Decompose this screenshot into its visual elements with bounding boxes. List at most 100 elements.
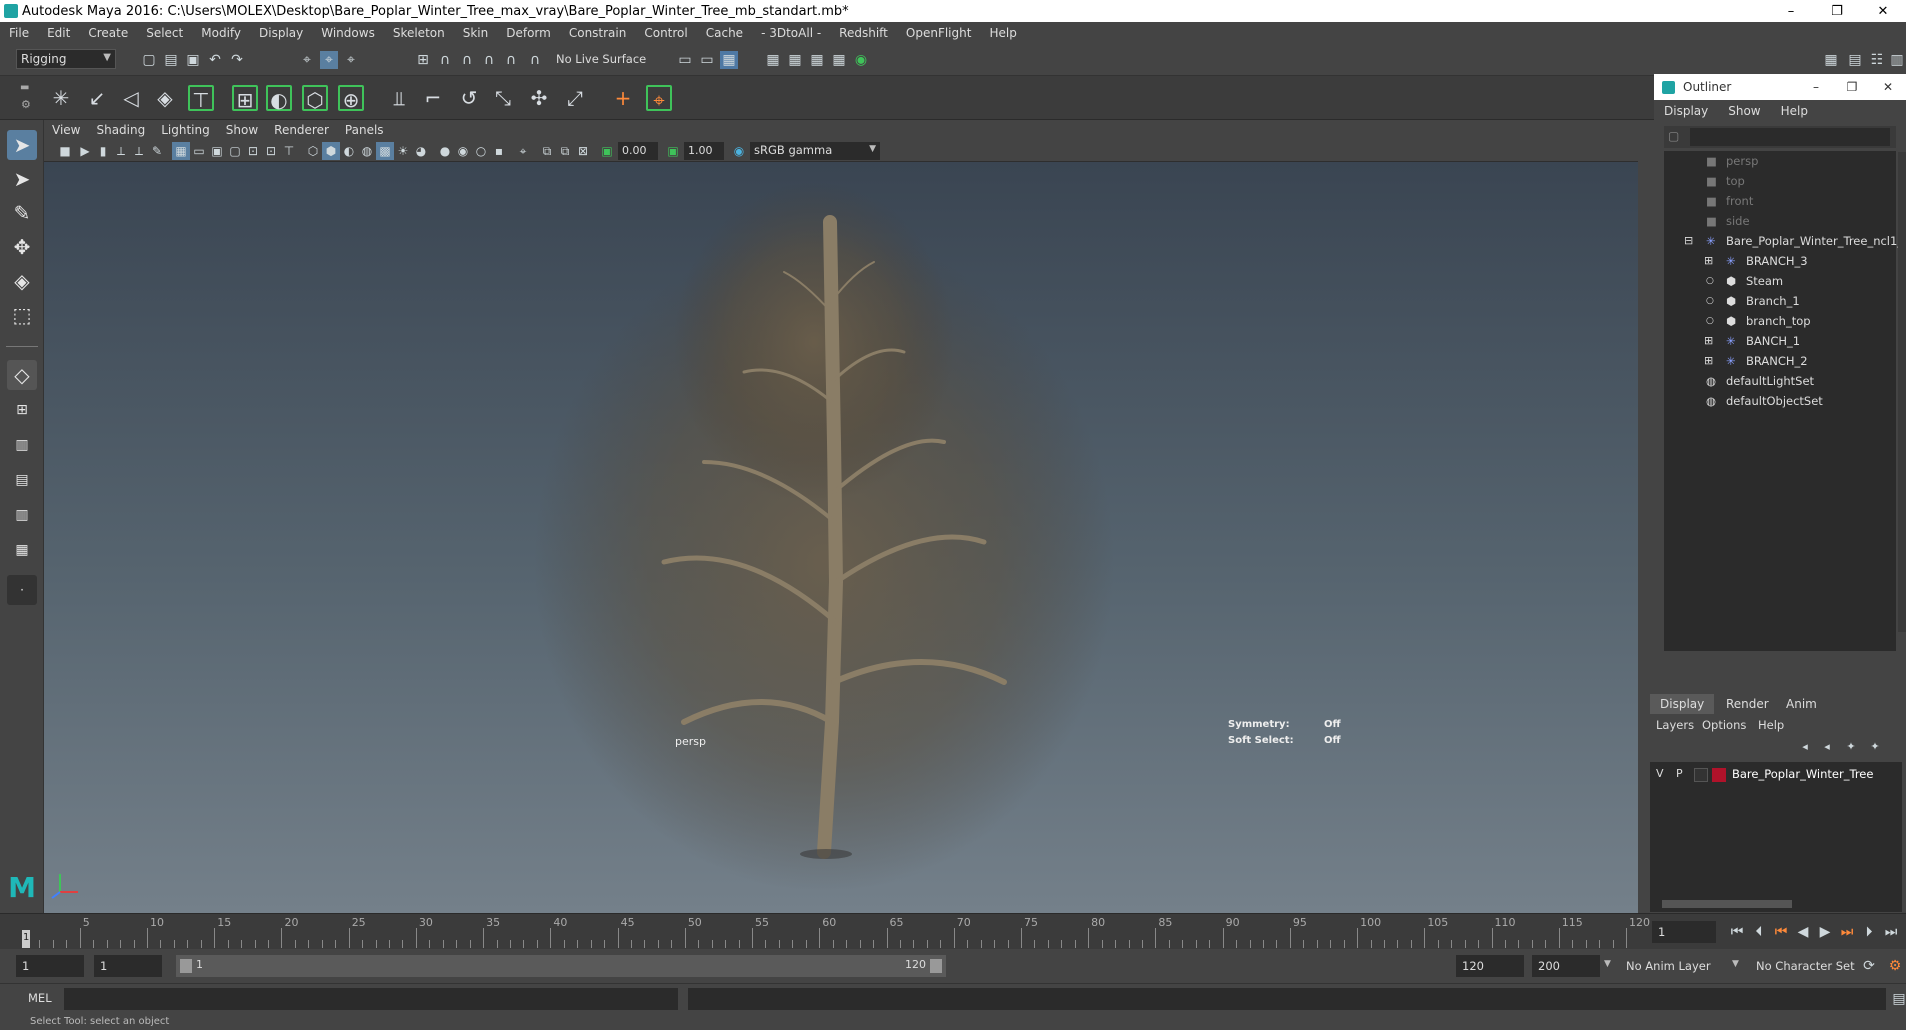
select-hierarchy-icon[interactable]: ⌖ bbox=[298, 51, 316, 69]
script-editor-icon[interactable]: ▤ bbox=[1890, 990, 1906, 1008]
default-material-icon[interactable]: ◐ bbox=[340, 142, 358, 160]
chevron-down-icon[interactable]: ▼ bbox=[1604, 959, 1611, 969]
outliner-close-button[interactable]: ✕ bbox=[1870, 80, 1906, 94]
shelf-settings-icon[interactable]: ⚙ bbox=[21, 98, 31, 111]
isolate-select-icon[interactable]: ⌖ bbox=[514, 142, 532, 160]
layer-visibility-toggle[interactable]: V bbox=[1656, 767, 1664, 780]
time-slider[interactable]: 5 10 15 20 25 30 35 40 45 50 55 60 65 70 75 80 85 90 95 100… bbox=[0, 913, 1906, 949]
channel-box-toggle-icon[interactable]: ▥ bbox=[1888, 51, 1906, 69]
redo-icon[interactable]: ↷ bbox=[228, 51, 246, 69]
select-object-icon[interactable]: ⌖ bbox=[320, 51, 338, 69]
menu-modify[interactable]: Modify bbox=[192, 26, 250, 40]
layer-menu-help[interactable]: Help bbox=[1758, 718, 1784, 732]
panel-menu-view[interactable]: View bbox=[44, 123, 88, 137]
menu-edit[interactable]: Edit bbox=[38, 26, 79, 40]
image-plane-icon[interactable]: ⟂ bbox=[112, 142, 130, 160]
single-view-icon[interactable]: ◇ bbox=[7, 360, 37, 390]
step-back-frame-icon[interactable]: ⏴ bbox=[1750, 923, 1768, 941]
animation-prefs-icon[interactable]: ⚙ bbox=[1886, 957, 1904, 975]
menu-skin[interactable]: Skin bbox=[454, 26, 498, 40]
select-tool-icon[interactable]: ➤ bbox=[7, 130, 37, 160]
outliner-item-banch-1[interactable]: ⊞ ✳ BANCH_1 bbox=[1664, 331, 1896, 351]
grid-toggle-icon[interactable]: ▦ bbox=[172, 142, 190, 160]
color-management-icon[interactable]: ◉ bbox=[730, 142, 748, 160]
ik-handle-icon[interactable]: ⊤ bbox=[188, 85, 214, 112]
range-start-handle[interactable] bbox=[180, 959, 192, 973]
four-view-icon[interactable]: ⊞ bbox=[7, 395, 37, 425]
menu-file[interactable]: File bbox=[0, 26, 38, 40]
outliner-item-branch-1[interactable]: ○ ⬢ Branch_1 bbox=[1664, 291, 1896, 311]
snap-point-icon[interactable]: ∩ bbox=[458, 51, 476, 69]
bookmark-icon[interactable]: ▮ bbox=[94, 142, 112, 160]
anim-layer-dropdown[interactable]: No Anim Layer bbox=[1626, 959, 1711, 973]
layer-menu-options[interactable]: Options bbox=[1702, 718, 1746, 732]
minimize-button[interactable]: – bbox=[1768, 0, 1814, 22]
paint-weights-icon[interactable]: ◐ bbox=[266, 85, 292, 112]
layer-type-toggle[interactable] bbox=[1694, 768, 1708, 782]
step-forward-key-icon[interactable]: ⏭ bbox=[1838, 923, 1856, 941]
outliner-item-branch-3[interactable]: ⊞ ✳ BRANCH_3 bbox=[1664, 251, 1896, 271]
menu-select[interactable]: Select bbox=[137, 26, 192, 40]
menu-control[interactable]: Control bbox=[635, 26, 696, 40]
gate-mask-icon[interactable]: ▢ bbox=[226, 142, 244, 160]
menu-cache[interactable]: Cache bbox=[697, 26, 752, 40]
auto-key-icon[interactable]: ⟳ bbox=[1860, 957, 1878, 975]
panel-menu-lighting[interactable]: Lighting bbox=[153, 123, 218, 137]
orient-joint-icon[interactable]: ◈ bbox=[152, 85, 178, 111]
restore-button[interactable]: ❐ bbox=[1814, 0, 1860, 22]
collapse-icon[interactable]: ⊟ bbox=[1684, 231, 1693, 251]
wireframe-on-shaded-icon[interactable]: ◍ bbox=[358, 142, 376, 160]
tool-settings-toggle-icon[interactable]: ☷ bbox=[1868, 51, 1886, 69]
perspective-viewport[interactable]: persp Symmetry: Off Soft Select: Off bbox=[44, 162, 1638, 913]
animation-start-field[interactable]: 1 bbox=[16, 955, 84, 977]
hypershade-icon[interactable]: ◉ bbox=[852, 51, 870, 69]
outliner-item-front[interactable]: ■ front bbox=[1664, 191, 1896, 211]
playback-range-bar[interactable]: 1 120 bbox=[176, 955, 946, 977]
menu-constrain[interactable]: Constrain bbox=[560, 26, 636, 40]
outliner-item-persp[interactable]: ■ persp bbox=[1664, 151, 1896, 171]
curve-control-icon[interactable]: ⌖ bbox=[646, 85, 672, 112]
lasso-tool-icon[interactable]: ➤ bbox=[7, 164, 37, 194]
move-layer-down-icon[interactable]: ◂ bbox=[1818, 738, 1836, 756]
menu-openflight[interactable]: OpenFlight bbox=[897, 26, 981, 40]
xray-icon[interactable]: ⧉ bbox=[538, 142, 556, 160]
close-button[interactable]: ✕ bbox=[1860, 0, 1906, 22]
menu-create[interactable]: Create bbox=[79, 26, 137, 40]
lights-icon[interactable]: ☀ bbox=[394, 142, 412, 160]
menu-set-dropdown[interactable]: Rigging ▼ bbox=[16, 49, 116, 69]
save-scene-icon[interactable]: ▣ bbox=[184, 51, 202, 69]
outliner-item-default-light-set[interactable]: ◍ defaultLightSet bbox=[1664, 371, 1896, 391]
play-forwards-icon[interactable]: ▶ bbox=[1816, 923, 1834, 941]
play-backwards-icon[interactable]: ◀ bbox=[1794, 923, 1812, 941]
wireframe-icon[interactable]: ⬡ bbox=[304, 142, 322, 160]
panel-menu-show[interactable]: Show bbox=[218, 123, 266, 137]
select-component-icon[interactable]: ⌖ bbox=[342, 51, 360, 69]
range-end-handle[interactable] bbox=[930, 959, 942, 973]
locator-icon[interactable]: + bbox=[610, 85, 636, 111]
layer-tab-render[interactable]: Render bbox=[1716, 694, 1779, 714]
layer-row[interactable]: V P Bare_Poplar_Winter_Tree bbox=[1650, 765, 1902, 785]
smooth-shade-icon[interactable]: ⬢ bbox=[322, 142, 340, 160]
outliner-item-branch-top[interactable]: ○ ⬢ branch_top bbox=[1664, 311, 1896, 331]
outliner-item-top[interactable]: ■ top bbox=[1664, 171, 1896, 191]
outliner-search-input[interactable] bbox=[1690, 128, 1890, 146]
outliner-persp-layout-icon[interactable]: ▦ bbox=[7, 535, 37, 565]
layer-horizontal-scrollbar[interactable] bbox=[1662, 900, 1792, 908]
motion-blur-icon[interactable]: ◉ bbox=[454, 142, 472, 160]
outliner-item-steam[interactable]: ○ ⬢ Steam bbox=[1664, 271, 1896, 291]
menu-windows[interactable]: Windows bbox=[312, 26, 384, 40]
step-back-key-icon[interactable]: ⏮ bbox=[1772, 923, 1790, 941]
grease-pencil-icon[interactable]: ✎ bbox=[148, 142, 166, 160]
gamma-field[interactable]: 1.00 bbox=[684, 142, 724, 160]
view-transform-dropdown[interactable]: sRGB gamma ▼ bbox=[750, 142, 880, 160]
outliner-restore-button[interactable]: ❐ bbox=[1834, 80, 1870, 94]
paint-select-icon[interactable]: ✎ bbox=[7, 198, 37, 228]
expand-icon[interactable]: ⊞ bbox=[1704, 251, 1713, 271]
field-chart-icon[interactable]: ⊡ bbox=[244, 142, 262, 160]
custom-layout-icon[interactable]: · bbox=[7, 575, 37, 605]
film-gate-icon[interactable]: ▭ bbox=[190, 142, 208, 160]
exposure-field[interactable]: 0.00 bbox=[618, 142, 658, 160]
outliner-item-default-object-set[interactable]: ◍ defaultObjectSet bbox=[1664, 391, 1896, 411]
exposure-icon[interactable]: ▣ bbox=[598, 142, 616, 160]
step-forward-frame-icon[interactable]: ⏵ bbox=[1860, 923, 1878, 941]
